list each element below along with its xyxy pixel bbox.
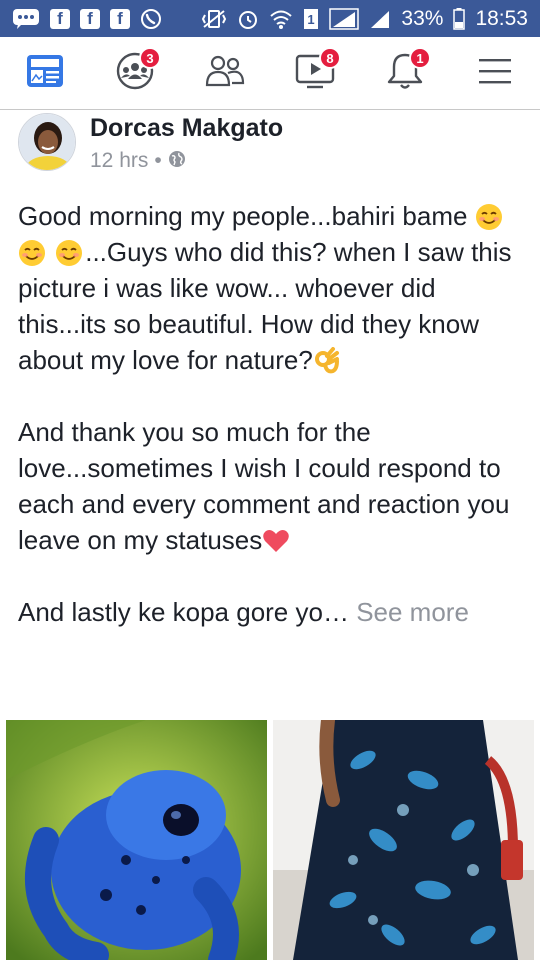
post-paragraph: Good morning my people...bahiri bame ...…: [18, 198, 528, 378]
wifi-icon: [269, 8, 293, 30]
status-right: 1 33% 18:53: [201, 7, 528, 31]
clock: 18:53: [475, 6, 528, 30]
facebook-icon: f: [110, 8, 130, 29]
hamburger-icon: [478, 57, 512, 90]
nav-menu[interactable]: [465, 43, 525, 103]
battery-percent: 33%: [401, 6, 444, 30]
chat-icon: [12, 8, 40, 30]
heart-icon: [263, 530, 290, 552]
signal-icon: [329, 7, 360, 30]
separator-dot: •: [154, 149, 162, 172]
alarm-icon: [237, 8, 259, 30]
post-header: Dorcas Makgato 12 hrs •: [18, 113, 528, 173]
post-paragraph: And lastly ke kopa gore yo… See more: [18, 594, 528, 630]
smiling-face-icon: [475, 204, 502, 230]
smiling-face-icon: [19, 240, 45, 266]
groups-badge: 3: [139, 47, 161, 69]
sim1-icon: 1: [303, 8, 319, 30]
signal-icon: [369, 8, 391, 30]
news-feed-icon: [25, 53, 65, 94]
status-bar: f f f 1 33% 18:53: [0, 0, 540, 37]
battery-icon: [453, 7, 466, 30]
photo-blue-frog[interactable]: [6, 720, 267, 960]
status-left: f f f: [12, 8, 162, 30]
nav-notifications[interactable]: 1: [375, 43, 435, 103]
notifications-badge: 1: [409, 47, 431, 69]
nav-bar: 3 8 1: [0, 37, 540, 110]
post-paragraph: And thank you so much for the love...som…: [18, 414, 528, 558]
nav-watch[interactable]: 8: [285, 43, 345, 103]
avatar[interactable]: [18, 113, 76, 171]
friends-icon: [205, 53, 245, 94]
smiling-face-icon: [56, 240, 83, 266]
facebook-icon: f: [80, 8, 100, 29]
ok-hand-icon: [314, 347, 339, 374]
author-name[interactable]: Dorcas Makgato: [90, 113, 283, 143]
watch-badge: 8: [319, 47, 341, 69]
post-meta: Dorcas Makgato 12 hrs •: [90, 113, 283, 173]
nav-groups[interactable]: 3: [105, 43, 165, 103]
post-body: Good morning my people...bahiri bame ...…: [18, 198, 528, 630]
see-more-link[interactable]: See more: [356, 597, 469, 627]
whatsapp-icon: [140, 8, 162, 30]
post-time[interactable]: 12 hrs: [90, 149, 148, 173]
vibrate-icon: [201, 9, 227, 29]
facebook-icon: f: [50, 8, 70, 29]
nav-news-feed[interactable]: [15, 43, 75, 103]
globe-icon: [168, 150, 186, 173]
post-text-segment: And lastly ke kopa gore yo…: [18, 597, 357, 627]
photo-floral-skirt[interactable]: [273, 720, 534, 960]
svg-text:1: 1: [308, 12, 315, 27]
post-photos: [6, 720, 534, 960]
post-text-segment: ...Guys who did this? when I saw this pi…: [18, 237, 512, 375]
post-subline: 12 hrs •: [90, 149, 283, 173]
post-text-segment: Good morning my people...bahiri bame: [18, 201, 475, 231]
nav-friends[interactable]: [195, 43, 255, 103]
